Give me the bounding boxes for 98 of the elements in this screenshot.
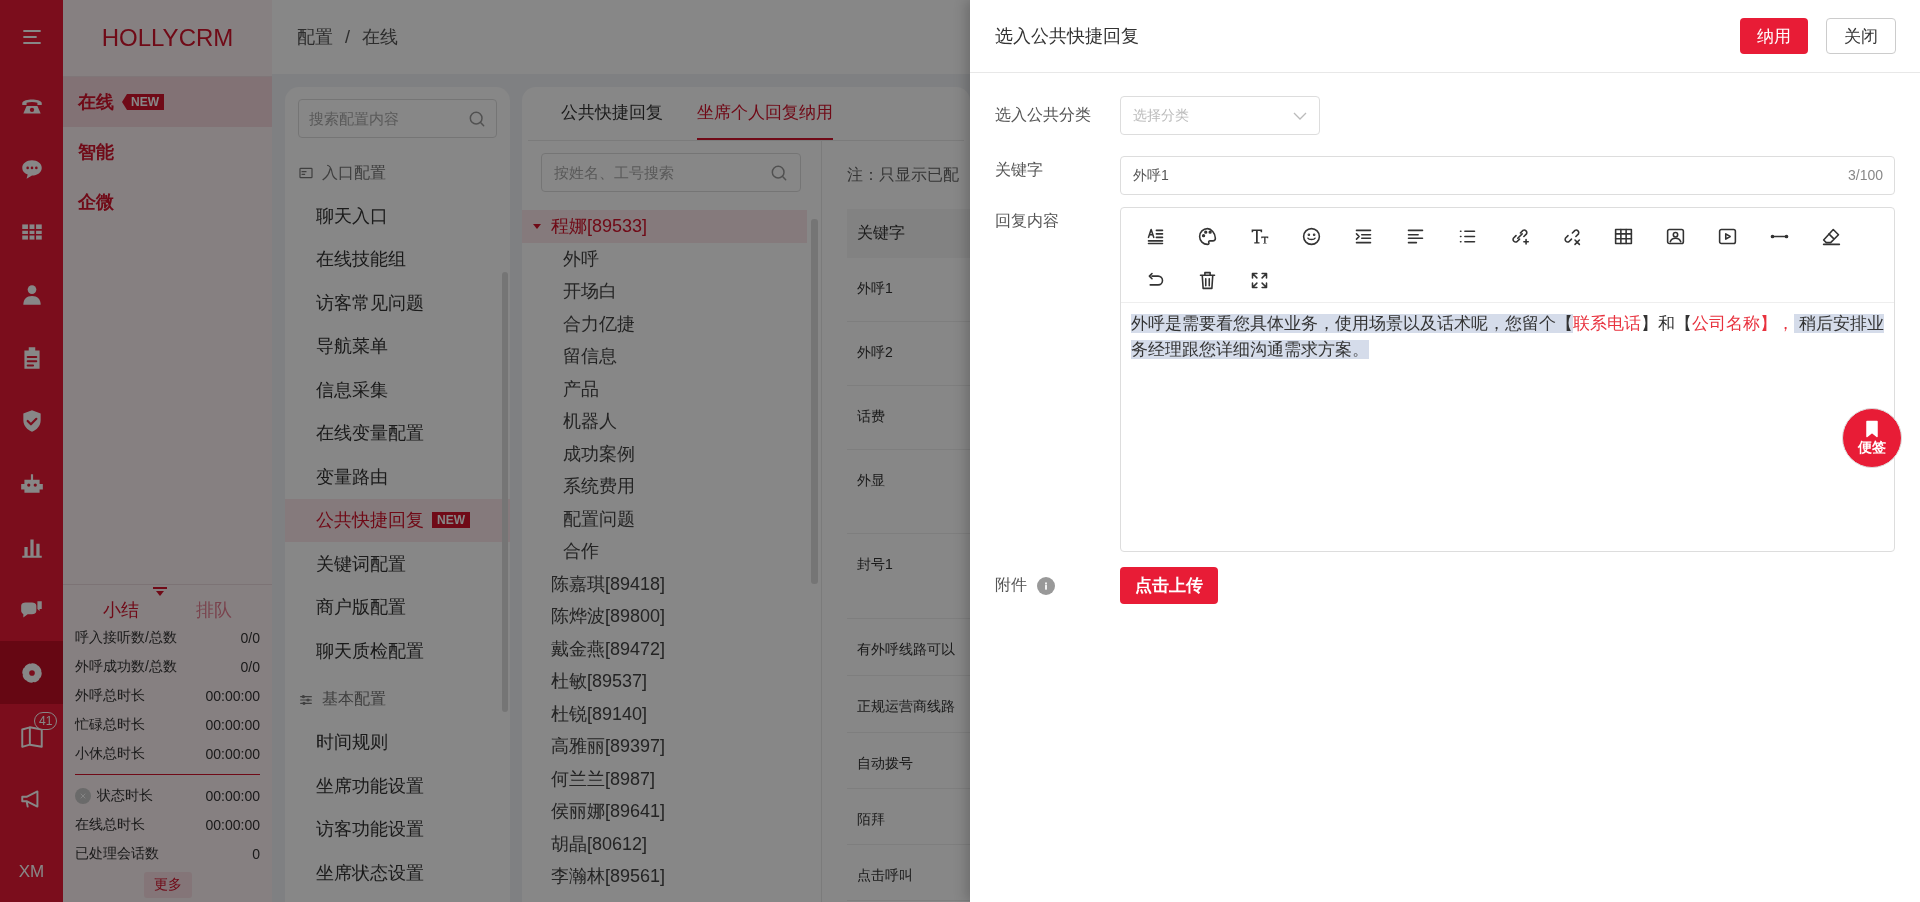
menu-item[interactable]: 企微 [63,177,272,227]
stats-tab[interactable]: 小结 [95,597,148,623]
menu-item[interactable]: 在线 NEW [63,77,272,127]
gear-icon[interactable] [0,641,63,704]
stat-label: 小休总时长 [75,744,145,763]
tree-item[interactable]: 戴金燕[89472] [522,632,807,665]
nav-item[interactable]: 关键词配置 [285,542,510,586]
nav-item[interactable]: 访客功能设置 [285,807,510,851]
tree-item[interactable]: 合作 [522,535,807,568]
nav-item[interactable]: 公共快捷回复 NEW [285,498,510,542]
breadcrumb-separator: / [345,26,350,48]
table-cell: 点击呼叫 [857,867,913,883]
count-badge: 41 [34,712,58,730]
tree-item[interactable]: 机器人 [522,405,807,438]
tree-item[interactable]: 李瀚林[89561] [522,860,807,893]
stat-label: 忙碌总时长 [75,715,145,734]
nav-item[interactable]: 访客常见问题 [285,281,510,325]
group-title: 基本配置 [322,689,386,709]
stat-value: 00:00:00 [205,816,260,833]
breadcrumb-item: 在线 [362,26,398,49]
nav-item[interactable]: 坐席功能设置 [285,764,510,808]
table-cell: 陌拜 [857,811,885,827]
stat-label: 外呼总时长 [75,686,145,705]
field-label: 选入公共分类 [995,105,1092,125]
tree-item[interactable]: 配置问题 [522,502,807,535]
nav-item[interactable]: 聊天质检配置 [285,629,510,673]
nav-item[interactable]: 信息采集 [285,368,510,412]
breadcrumb-item[interactable]: 配置 [297,25,333,49]
tab[interactable]: 坐席个人回复纳用 [697,87,833,140]
stat-label: 已处理会话数 [75,844,159,863]
stat-value: 00:00:00 [205,716,260,733]
tree-item[interactable]: 程娜[89533] [522,210,807,243]
user-initials: XM [17,861,46,883]
tree-item[interactable]: 开场白 [522,275,807,308]
stat-value: 0 [252,845,260,862]
nav-item[interactable]: 在线技能组 [285,237,510,281]
confirm-button[interactable]: 纳用 [1740,18,1808,54]
card-icon [298,165,314,181]
stat-label: 状态时长 [97,786,153,805]
char-counter: 3/100 [1847,167,1883,183]
collapse-icon[interactable] [153,587,167,597]
group-title: 入口配置 [322,162,386,183]
nav-item[interactable]: 商户版配置 [285,585,510,629]
menu-item[interactable]: 智能 [63,127,272,177]
nav-item[interactable]: 导航菜单 [285,324,510,368]
info-icon [1037,576,1055,595]
stat-value: 0/0 [240,629,260,646]
stat-label: 在线总时长 [75,815,145,834]
chevron-down-icon [1293,111,1307,120]
search-icon[interactable] [467,109,487,129]
tree-item[interactable]: 外呼 [522,242,807,275]
notes-button[interactable]: 便签 [1842,408,1902,468]
tree-item[interactable]: 合力亿捷 [522,307,807,340]
tree-item[interactable]: 胡晶[80612] [522,827,807,860]
tree-item[interactable]: 杜敏[89537] [522,665,807,698]
table-cell: 外呼1 [857,280,893,296]
nav-item[interactable]: 变量路由 [285,455,510,499]
reply-text: 外呼是需要看您具体业务，使用场景以及话术呢，您留个【联系电话】和【公司名称】， 稍后安排业务经理跟您详细沟通需求方案。 [1130,313,1885,361]
stat-value: 0/0 [240,658,260,675]
tree-item[interactable]: 陈烨波[89800] [522,600,807,633]
tree-item[interactable]: 系统费用 [522,470,807,503]
table-cell: 外呼2 [857,344,893,360]
tree-item[interactable]: 何兰兰[8987] [522,762,807,795]
tab[interactable]: 公共快捷回复 [561,87,663,140]
tree-item[interactable]: 留信息 [522,340,807,373]
stat-value: 00:00:00 [205,745,260,762]
tree-item[interactable]: 陈嘉琪[89418] [522,567,807,600]
tree-item[interactable]: 杜锐[89140] [522,697,807,730]
stat-label: 呼入接听数/总数 [75,628,177,647]
table-cell: 正规运营商线路 [857,698,955,714]
stat-label: 外呼成功数/总数 [75,657,177,676]
field-label: 附件 [995,575,1027,595]
column-header: 关键字 [847,209,970,258]
stat-value: 00:00:00 [205,687,260,704]
table-cell: 自动拨号 [857,755,913,771]
field-label: 关键字 [995,159,1044,180]
note-text: 注：只显示已配 [847,164,960,185]
nav-item[interactable]: 时间规则 [285,720,510,764]
tree-item[interactable]: 产品 [522,372,807,405]
drawer-title: 选入公共快捷回复 [995,25,1140,48]
nav-item[interactable]: 在线变量配置 [285,411,510,455]
nav-item[interactable]: 坐席状态设置 [285,851,510,895]
new-badge: NEW [122,94,164,110]
table-cell: 话费 [857,408,885,424]
upload-button[interactable]: 点击上传 [1120,567,1218,604]
tree-item[interactable]: 侯丽娜[89641] [522,795,807,828]
table-cell: 外显 [857,472,885,488]
new-badge: NEW [432,512,470,529]
tree-item[interactable]: 高雅丽[89397] [522,730,807,763]
search-icon[interactable] [769,163,789,183]
more-button[interactable]: 更多 [143,872,192,898]
close-button[interactable]: 关闭 [1826,18,1896,54]
field-label: 回复内容 [995,210,1060,231]
nav-item[interactable]: 聊天入口 [285,194,510,238]
tree-item[interactable]: 成功案例 [522,437,807,470]
table-cell: 封号1 [857,556,893,572]
stat-value: 00:00:00 [205,787,260,804]
table-cell: 有外呼线路可以 [857,641,955,657]
